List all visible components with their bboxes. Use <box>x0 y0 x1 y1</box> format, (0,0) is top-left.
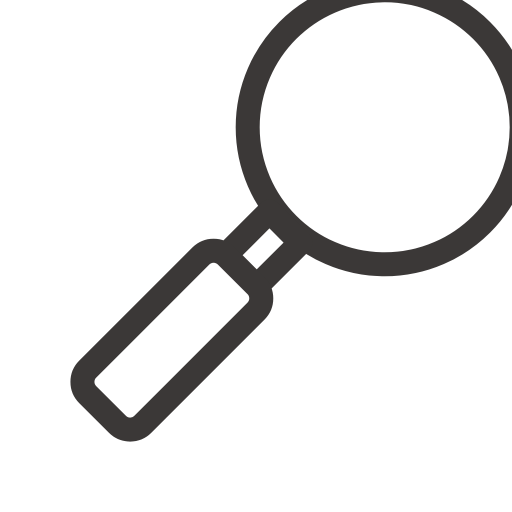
magnifying-glass-icon <box>70 0 512 442</box>
icon-canvas <box>0 0 512 512</box>
handle <box>70 238 274 442</box>
magnifying-glass-group <box>70 0 512 442</box>
